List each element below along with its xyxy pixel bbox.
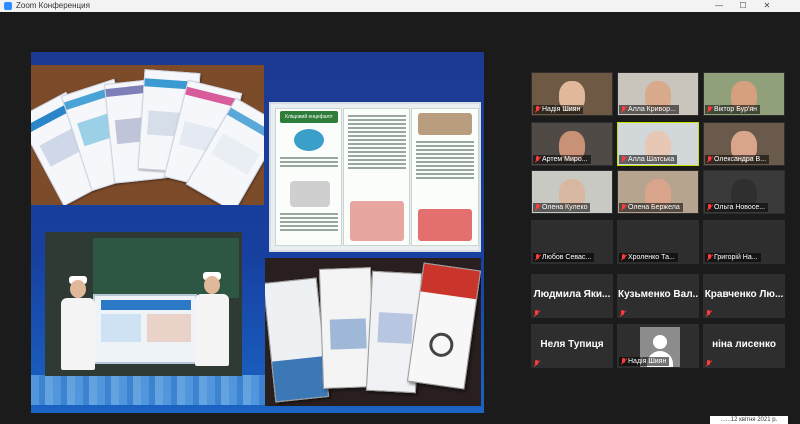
logo-image [294, 129, 324, 151]
virus-image [290, 181, 330, 207]
microphone-muted-icon [534, 156, 541, 163]
participant-display-name: Неля Тупиця [540, 339, 604, 350]
participant-display-name: Кузьменко Вал... [618, 289, 698, 300]
student-right [195, 272, 229, 366]
participant-camera-off-tile[interactable]: Кузьменко Вал... [617, 274, 699, 318]
participant-camera-off-tile[interactable]: Хроленко Та... [617, 220, 699, 264]
tick-bite-image [350, 201, 404, 241]
participant-name: Артем Миро... [533, 155, 591, 164]
microphone-muted-icon [619, 310, 626, 317]
microphone-muted-icon [705, 360, 712, 367]
participant-camera-off-tile[interactable]: Кравченко Лю... [703, 274, 785, 318]
encephalitis-brochure: Кліщовий енцефаліт [269, 102, 481, 252]
poster [93, 294, 197, 364]
microphone-muted-icon [705, 310, 712, 317]
participant-name: Олена Бержела [619, 203, 683, 212]
participant-video-tile[interactable]: Алла Шатська [617, 122, 699, 166]
shared-screen[interactable]: Кліщовий енцефаліт [31, 52, 484, 413]
close-button[interactable]: ✕ [755, 0, 779, 12]
participant-video-tile[interactable]: Алла Кривор... [617, 72, 699, 116]
date-caption: ......12 квітня 2021 р. [710, 416, 788, 424]
poster-title-band [101, 300, 191, 310]
participant-display-name: Кравченко Лю... [704, 289, 784, 300]
participant-display-name: ніна лисенко [712, 339, 776, 350]
brochure-column-2 [343, 108, 410, 246]
minimize-button[interactable]: — [707, 0, 731, 12]
participant-name: Олександра В... [705, 155, 770, 164]
participant-name: Григорій На... [705, 253, 761, 262]
microphone-muted-icon [534, 204, 541, 211]
window-title: Zoom Конференция [16, 1, 90, 10]
participant-name: Любов Севас... [533, 253, 595, 262]
microphone-muted-icon [620, 204, 627, 211]
brochure-heading: Кліщовий енцефаліт [280, 111, 338, 123]
microphone-muted-icon [706, 156, 713, 163]
map-image [418, 209, 472, 241]
meeting-stage: Кліщовий енцефаліт Надія Шиян Алла Криво… [0, 12, 800, 424]
microphone-muted-icon [706, 204, 713, 211]
participant-camera-off-tile[interactable]: Неля Тупиця [531, 324, 613, 368]
books-photo [265, 258, 481, 406]
participant-video-tile[interactable]: Артем Миро... [531, 122, 613, 166]
participant-name: Надія Шиян [619, 357, 670, 366]
maximize-button[interactable]: ☐ [731, 0, 755, 12]
window-titlebar: Zoom Конференция — ☐ ✕ [0, 0, 800, 12]
participant-video-tile[interactable]: Надія Шиян [531, 72, 613, 116]
participant-name: Віктор Бур'ян [705, 105, 760, 114]
poster-image-1 [101, 314, 141, 342]
microphone-muted-icon [706, 106, 713, 113]
participant-name: Алла Шатська [619, 155, 678, 164]
participant-name: Олена Кулеко [533, 203, 591, 212]
zoom-app-icon [4, 2, 12, 10]
participant-name: Ольга Новосе... [705, 203, 769, 212]
microphone-muted-icon [534, 106, 541, 113]
microphone-muted-icon [620, 358, 627, 365]
participant-display-name: Людмила Яки... [533, 289, 611, 300]
participant-camera-off-tile[interactable]: ніна лисенко [703, 324, 785, 368]
students-with-poster-photo [45, 232, 242, 376]
microphone-muted-icon [533, 360, 540, 367]
student-left [61, 276, 95, 370]
microphone-muted-icon [620, 254, 627, 261]
leaflets-photo [31, 65, 264, 205]
participant-name: Надія Шиян [533, 105, 584, 114]
poster-image-2 [147, 314, 191, 342]
decorative-city-skyline [31, 375, 271, 405]
participant-camera-off-tile[interactable]: Григорій На... [703, 220, 785, 264]
microphone-muted-icon [706, 254, 713, 261]
participant-video-tile[interactable]: Ольга Новосе... [703, 170, 785, 214]
participant-name: Алла Кривор... [619, 105, 679, 114]
brochure-column-1: Кліщовий енцефаліт [275, 108, 342, 246]
participant-name: Хроленко Та... [619, 253, 678, 262]
participant-camera-off-tile[interactable]: Людмила Яки... [531, 274, 613, 318]
participant-avatar-tile[interactable]: Надія Шиян [617, 324, 699, 368]
microphone-muted-icon [534, 254, 541, 261]
microphone-muted-icon [620, 106, 627, 113]
participant-video-tile[interactable]: Олександра В... [703, 122, 785, 166]
participant-video-tile[interactable]: Олена Кулеко [531, 170, 613, 214]
microphone-muted-icon [533, 310, 540, 317]
brochure-column-3 [411, 108, 479, 246]
participant-camera-off-tile[interactable]: Любов Севас... [531, 220, 613, 264]
participant-video-tile[interactable]: Віктор Бур'ян [703, 72, 785, 116]
microphone-muted-icon [620, 156, 627, 163]
participant-video-tile[interactable]: Олена Бержела [617, 170, 699, 214]
tick-image [418, 113, 472, 135]
